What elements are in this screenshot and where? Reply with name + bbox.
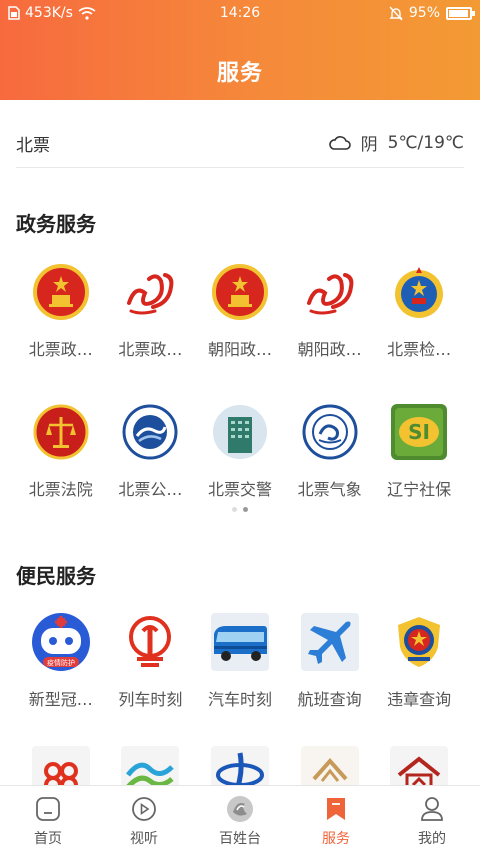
tab-media[interactable]: 视听 xyxy=(96,786,192,853)
tab-station[interactable]: 百姓台 xyxy=(192,786,288,853)
service-label: 北票公… xyxy=(118,480,183,499)
swirl-logo-icon xyxy=(300,262,360,322)
service-label: 航班查询 xyxy=(297,690,362,709)
tab-label: 视听 xyxy=(130,831,158,847)
bookmark-icon xyxy=(321,794,351,824)
service-label: 北票气象 xyxy=(297,480,362,499)
service-item[interactable]: 列车时刻 xyxy=(106,600,196,740)
service-item[interactable]: 朝阳政… xyxy=(285,250,375,390)
meteorology-badge-icon xyxy=(300,402,360,462)
service-label: 朝阳政… xyxy=(207,340,272,359)
battery-percent: 95% xyxy=(408,5,440,21)
section-title-gov: 政务服务 xyxy=(16,212,96,236)
tab-label: 首页 xyxy=(34,831,62,847)
court-emblem-icon xyxy=(31,402,91,462)
service-item[interactable]: 疫情防护 新型冠… xyxy=(16,600,106,740)
public-security-badge-icon xyxy=(120,402,180,462)
play-icon xyxy=(129,794,159,824)
pager-dots xyxy=(0,507,480,512)
police-emblem-icon xyxy=(389,612,449,672)
city-name: 北票 xyxy=(16,136,50,156)
app-header: 453K/s 14:26 95% 服务 xyxy=(0,0,480,100)
pager-dot[interactable] xyxy=(232,507,237,512)
pager-dot-active[interactable] xyxy=(243,507,248,512)
service-label: 列车时刻 xyxy=(118,690,183,709)
weather-temperature: 5℃/19℃ xyxy=(387,132,464,153)
home-icon xyxy=(33,794,63,824)
svg-text:SI: SI xyxy=(408,420,430,444)
service-label: 汽车时刻 xyxy=(207,690,272,709)
section-title-convenience: 便民服务 xyxy=(16,564,96,588)
service-item[interactable]: 北票政… xyxy=(106,250,196,390)
railway-logo-icon xyxy=(120,612,180,672)
tab-label: 百姓台 xyxy=(219,831,261,847)
tab-home[interactable]: 首页 xyxy=(0,786,96,853)
swirl-logo-icon xyxy=(120,262,180,322)
weather-condition: 阴 xyxy=(360,135,378,155)
convenience-services-grid: 疫情防护 新型冠… 列车时刻 汽车时刻 航班查询 违章查询 xyxy=(16,600,464,740)
service-label: 北票法院 xyxy=(28,480,93,499)
gov-services-grid: 北票政… 北票政… 朝阳政… 朝阳政… 北票检… 北票法院 北票公… 北票交警 … xyxy=(16,250,464,530)
tab-profile[interactable]: 我的 xyxy=(384,786,480,853)
tab-services[interactable]: 服务 xyxy=(288,786,384,853)
mute-bell-icon xyxy=(389,6,403,20)
status-bar: 453K/s 14:26 95% xyxy=(0,0,480,28)
tab-label: 服务 xyxy=(322,831,350,847)
epidemic-badge-text: 疫情防护 xyxy=(47,658,75,667)
service-label: 违章查询 xyxy=(387,690,452,709)
service-item[interactable]: 北票政… xyxy=(16,250,106,390)
service-item[interactable]: 北票检… xyxy=(374,250,464,390)
service-item[interactable]: 朝阳政… xyxy=(195,250,285,390)
weather-row[interactable]: 北票 阴 5℃/19℃ xyxy=(16,118,464,168)
service-label: 北票政… xyxy=(118,340,183,359)
service-label: 北票交警 xyxy=(207,480,272,499)
traffic-police-building-icon xyxy=(210,402,270,462)
service-label: 北票政… xyxy=(28,340,93,359)
service-label: 辽宁社保 xyxy=(387,480,452,499)
user-icon xyxy=(417,794,447,824)
social-security-icon: SI xyxy=(389,402,449,462)
national-emblem-icon xyxy=(31,262,91,322)
service-label: 朝阳政… xyxy=(297,340,362,359)
service-item[interactable]: 汽车时刻 xyxy=(195,600,285,740)
bottom-tab-bar: 首页 视听 百姓台 服务 我的 xyxy=(0,785,480,853)
service-label: 新型冠… xyxy=(28,690,93,709)
tab-label: 我的 xyxy=(418,831,446,847)
page-title: 服务 xyxy=(216,61,263,86)
service-item[interactable]: 航班查询 xyxy=(285,600,375,740)
service-item[interactable]: 违章查询 xyxy=(374,600,464,740)
epidemic-robot-icon: 疫情防护 xyxy=(31,612,91,672)
cloud-icon xyxy=(328,135,351,150)
bus-icon xyxy=(210,612,270,672)
procuratorate-emblem-icon xyxy=(389,262,449,322)
service-label: 北票检… xyxy=(387,340,452,359)
national-emblem-icon xyxy=(210,262,270,322)
station-logo-icon xyxy=(225,794,255,824)
airplane-icon xyxy=(300,612,360,672)
battery-icon xyxy=(446,6,475,20)
